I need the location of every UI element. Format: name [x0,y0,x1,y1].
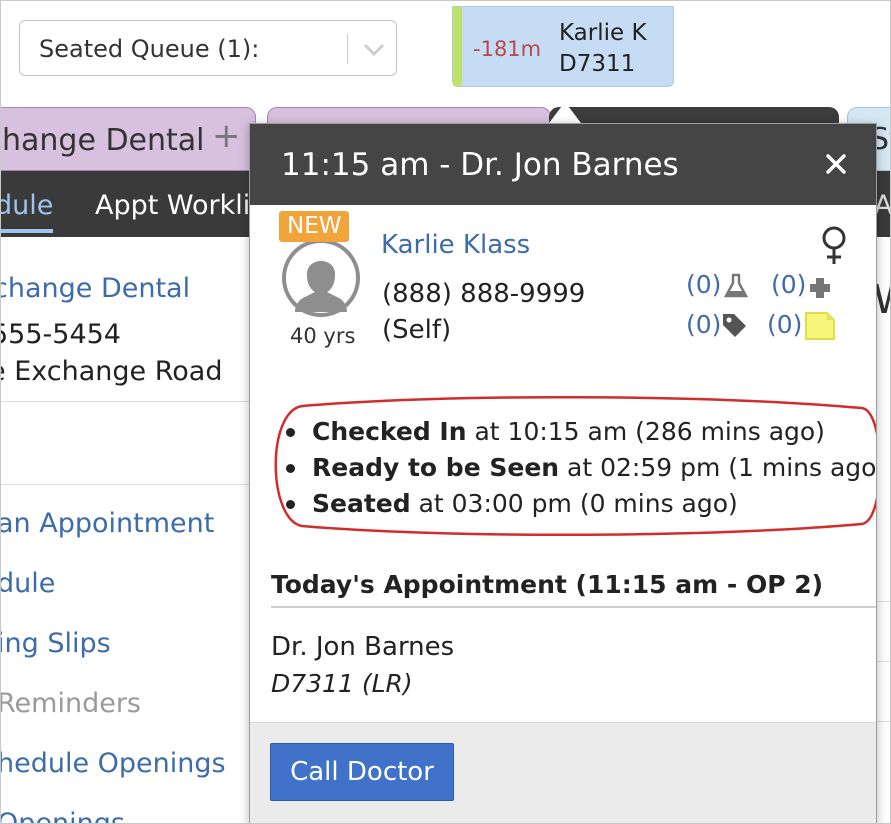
popup-pointer [549,102,581,123]
office-name-link[interactable]: change Dental [1,273,190,304]
chip-procedure-code: D7311 [559,51,636,77]
chip-minutes: -181m [473,37,542,61]
note-icon[interactable] [803,310,837,342]
labs-count[interactable]: (0) [686,270,721,299]
background-grid-lines [877,601,890,781]
appointment-divider [271,606,876,608]
sidebar-link-openings[interactable]: Openings [1,808,125,823]
chip-patient-info: Karlie K D7311 [559,18,647,80]
patient-name-link[interactable]: Karlie Klass [381,230,530,260]
tags-count[interactable]: (0) [686,310,721,339]
tag-icon[interactable] [720,311,748,339]
appointment-procedure-code: D7311 (LR) [271,669,413,698]
avatar-icon [282,239,360,317]
popup-header: 11:15 am - Dr. Jon Barnes [250,124,876,205]
appointment-heading: Today's Appointment (11:15 am - OP 2) [271,570,824,599]
notes-count[interactable]: (0) [767,310,802,339]
close-icon[interactable] [820,148,852,180]
app-frame: Seated Queue (1): -181m Karlie K D7311 h… [0,0,891,824]
popup-footer: Call Doctor [250,722,876,823]
chip-status-bar [453,7,462,86]
patient-age: 40 yrs [290,324,356,348]
nav-appt-worklist[interactable]: Appt Workli [95,190,250,221]
tab-office-label: hange Dental [2,123,205,158]
tab-office[interactable]: hange Dental + [1,107,256,171]
sidebar-link-routing-slips[interactable]: ing Slips [1,628,111,659]
appointment-popup: 11:15 am - Dr. Jon Barnes NEW 40 yrs Kar… [249,123,877,823]
office-address: e Exchange Road [0,356,223,387]
seated-queue-label: Seated Queue (1): [39,35,260,63]
status-timeline: Checked In at 10:15 am (286 mins ago) Re… [282,414,876,522]
chip-patient-name: Karlie K [559,20,647,46]
plus-icon[interactable] [806,274,834,302]
sidebar-divider [1,401,250,402]
sidebar-link-schedule[interactable]: dule [1,568,55,599]
status-checked-in: Checked In at 10:15 am (286 mins ago) [282,414,876,450]
sidebar-link-schedule-openings[interactable]: hedule Openings [1,748,226,779]
patient-phone: (888) 888-9999 [382,279,586,309]
appointment-doctor: Dr. Jon Barnes [271,632,455,662]
nav-schedule[interactable]: dule [1,190,53,221]
chevron-down-icon[interactable] [362,37,386,61]
popup-title: 11:15 am - Dr. Jon Barnes [281,147,679,183]
select-separator [347,34,348,64]
seated-queue-select[interactable]: Seated Queue (1): [19,20,397,76]
sidebar-link-reminders[interactable]: Reminders [1,688,141,719]
patient-queue-chip[interactable]: -181m Karlie K D7311 [452,6,674,87]
new-patient-badge: NEW [279,211,350,242]
female-icon [822,226,846,264]
medical-count[interactable]: (0) [771,270,806,299]
status-seated: Seated at 03:00 pm (0 mins ago) [282,486,876,522]
status-ready: Ready to be Seen at 02:59 pm (1 mins ago… [282,450,876,486]
nav-active-underline [1,229,53,233]
sidebar-divider [1,484,250,485]
sidebar-link-appointment[interactable]: an Appointment [1,508,214,539]
office-phone: 555-5454 [0,319,121,350]
call-doctor-button[interactable]: Call Doctor [270,743,454,801]
add-tab-button[interactable]: + [212,116,241,156]
flask-icon[interactable] [722,272,750,300]
patient-relation: (Self) [382,315,452,345]
